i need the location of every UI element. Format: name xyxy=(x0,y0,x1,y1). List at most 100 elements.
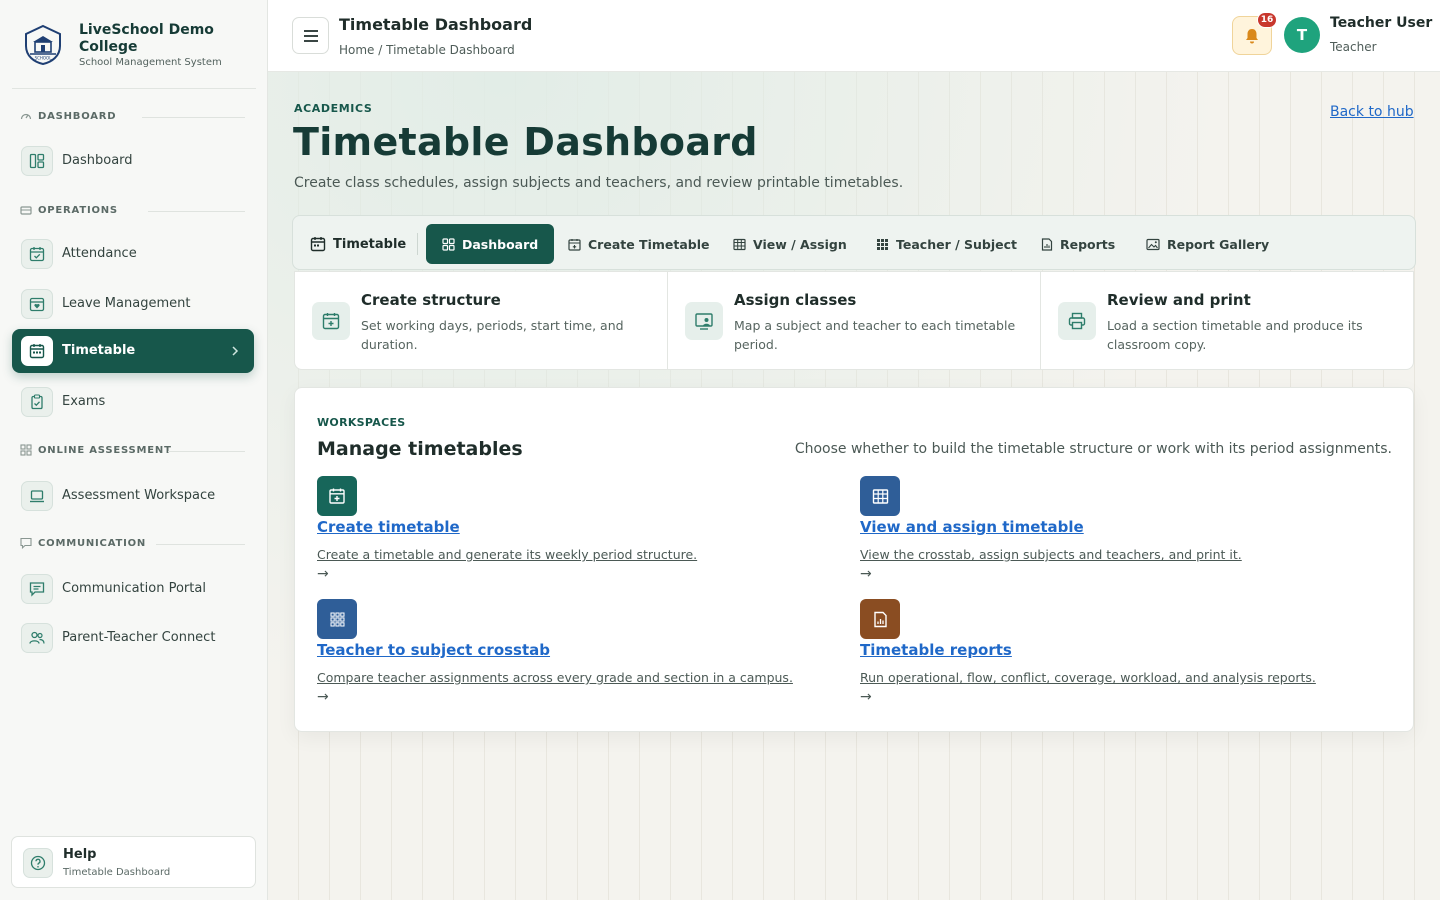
tab-create-timetable[interactable]: Create Timetable xyxy=(568,224,710,264)
table-icon xyxy=(860,476,900,516)
message-square-icon xyxy=(21,574,53,604)
section-label: ONLINE ASSESSMENT xyxy=(38,445,172,456)
sidebar-item-communication-portal[interactable]: Communication Portal xyxy=(12,567,254,611)
sidebar-item-timetable[interactable]: Timetable xyxy=(12,329,254,373)
tab-view-assign[interactable]: View / Assign xyxy=(733,224,847,264)
user-name[interactable]: Teacher User xyxy=(1330,15,1432,31)
card-description[interactable]: Create a timetable and generate its week… xyxy=(317,547,697,562)
section-label: OPERATIONS xyxy=(38,205,118,216)
top-bar: Timetable Dashboard Home / Timetable Das… xyxy=(268,0,1440,72)
sidebar-item-parent-teacher-connect[interactable]: Parent-Teacher Connect xyxy=(12,616,254,660)
brand-name: LiveSchool Demo College xyxy=(79,22,214,55)
workspace-card-timetable-reports[interactable]: Timetable reports Run operational, flow,… xyxy=(860,599,1380,709)
step-description: Map a subject and teacher to each timeta… xyxy=(734,318,1016,352)
message-icon xyxy=(20,537,32,549)
tab-label: Report Gallery xyxy=(1167,236,1270,252)
printer-icon xyxy=(1058,302,1096,340)
gauge-icon xyxy=(20,113,32,120)
grid-dots-icon xyxy=(877,238,888,250)
briefcase-icon xyxy=(20,206,32,215)
step-review-and-print: Review and print Load a section timetabl… xyxy=(1041,272,1413,369)
sidebar-item-leave-management[interactable]: Leave Management xyxy=(12,282,254,326)
sidebar-item-assessment-workspace[interactable]: Assessment Workspace xyxy=(12,474,254,518)
grid-icon xyxy=(442,237,455,251)
arrow-right-icon: → xyxy=(860,566,872,582)
avatar[interactable]: T xyxy=(1284,17,1320,53)
tab-reports[interactable]: Reports xyxy=(1041,224,1115,264)
workspaces-panel: WORKSPACES Manage timetables Choose whet… xyxy=(294,387,1414,732)
user-role: Teacher xyxy=(1330,40,1377,54)
section-label: COMMUNICATION xyxy=(38,538,147,549)
card-description[interactable]: Run operational, flow, conflict, coverag… xyxy=(860,670,1316,685)
grid-icon xyxy=(20,444,32,456)
sidebar-item-label: Parent-Teacher Connect xyxy=(62,630,216,645)
sidebar-item-exams[interactable]: Exams xyxy=(12,380,254,424)
grid-dots-icon xyxy=(317,599,357,639)
arrow-right-icon: → xyxy=(317,689,329,705)
laptop-icon xyxy=(21,481,53,511)
calendar-icon xyxy=(310,237,326,252)
calendar-plus-icon xyxy=(568,238,581,251)
card-description[interactable]: Compare teacher assignments across every… xyxy=(317,670,793,685)
tab-label: Create Timetable xyxy=(588,236,710,252)
tab-report-gallery[interactable]: Report Gallery xyxy=(1146,224,1269,264)
tab-label: Teacher / Subject xyxy=(896,236,1017,252)
workspace-card-teacher-subject-crosstab[interactable]: Teacher to subject crosstab Compare teac… xyxy=(317,599,837,709)
tab-teacher-subject[interactable]: Teacher / Subject xyxy=(876,224,1017,264)
brand-subtitle: School Management System xyxy=(79,57,222,68)
step-title: Assign classes xyxy=(734,291,857,309)
step-assign-classes: Assign classes Map a subject and teacher… xyxy=(668,272,1040,369)
tab-label: Dashboard xyxy=(462,236,539,252)
step-description: Load a section timetable and produce its… xyxy=(1107,318,1363,352)
card-title[interactable]: View and assign timetable xyxy=(860,518,1084,536)
sidebar-item-dashboard[interactable]: Dashboard xyxy=(12,139,254,183)
notification-count-badge: 16 xyxy=(1257,12,1277,28)
brand[interactable]: SCHOOL LiveSchool Demo College School Ma… xyxy=(22,22,262,72)
sidebar-item-label: Assessment Workspace xyxy=(62,488,216,503)
card-title[interactable]: Timetable reports xyxy=(860,641,1012,659)
sidebar-item-label: Dashboard xyxy=(62,153,133,168)
step-description: Set working days, periods, start time, a… xyxy=(361,318,624,352)
tab-label: Timetable xyxy=(333,236,407,252)
sidebar-item-label: Leave Management xyxy=(62,296,191,311)
card-description[interactable]: View the crosstab, assign subjects and t… xyxy=(860,547,1242,562)
file-chart-icon xyxy=(1041,237,1053,251)
workspace-card-create-timetable[interactable]: Create timetable Create a timetable and … xyxy=(317,476,837,586)
arrow-right-icon: → xyxy=(317,566,329,582)
file-chart-icon xyxy=(860,599,900,639)
table-icon xyxy=(733,238,746,250)
section-line xyxy=(142,117,245,118)
sidebar-item-attendance[interactable]: Attendance xyxy=(12,232,254,276)
breadcrumb[interactable]: Home / Timetable Dashboard xyxy=(339,43,515,57)
tab-timetable[interactable]: Timetable xyxy=(310,224,406,264)
step-title: Review and print xyxy=(1107,291,1251,309)
layout-icon xyxy=(21,146,53,176)
workspaces-description: Choose whether to build the timetable st… xyxy=(794,441,1392,457)
step-title: Create structure xyxy=(361,291,501,309)
back-to-hub-link[interactable]: Back to hub xyxy=(1330,104,1414,120)
tab-bar: Timetable Dashboard Create Timetable Vie… xyxy=(292,215,1416,270)
tab-dashboard[interactable]: Dashboard xyxy=(426,224,555,264)
help-card[interactable]: Help Timetable Dashboard xyxy=(11,836,256,888)
notifications-button[interactable]: 16 xyxy=(1232,12,1277,55)
workspaces-eyebrow: WORKSPACES xyxy=(317,416,406,429)
divider xyxy=(12,88,256,89)
sidebar-item-label: Communication Portal xyxy=(62,581,206,596)
header-title: Timetable Dashboard xyxy=(339,15,533,34)
step-create-structure: Create structure Set working days, perio… xyxy=(295,272,667,369)
card-title[interactable]: Create timetable xyxy=(317,518,460,536)
arrow-right-icon: → xyxy=(860,689,872,705)
workspace-card-view-and-assign[interactable]: View and assign timetable View the cross… xyxy=(860,476,1380,586)
image-icon xyxy=(1146,238,1160,250)
menu-toggle-button[interactable] xyxy=(292,17,329,54)
users-icon xyxy=(21,623,53,653)
help-subtitle: Timetable Dashboard xyxy=(63,867,171,878)
section-label: DASHBOARD xyxy=(38,111,117,122)
page-eyebrow: ACADEMICS xyxy=(294,102,373,115)
tab-label: Reports xyxy=(1060,236,1116,252)
section-dashboard: DASHBOARD xyxy=(20,110,245,124)
hamburger-icon xyxy=(303,29,318,42)
calendar-icon xyxy=(21,336,53,366)
main-content: ACADEMICS Timetable Dashboard Create cla… xyxy=(268,72,1440,900)
card-title[interactable]: Teacher to subject crosstab xyxy=(317,641,550,659)
